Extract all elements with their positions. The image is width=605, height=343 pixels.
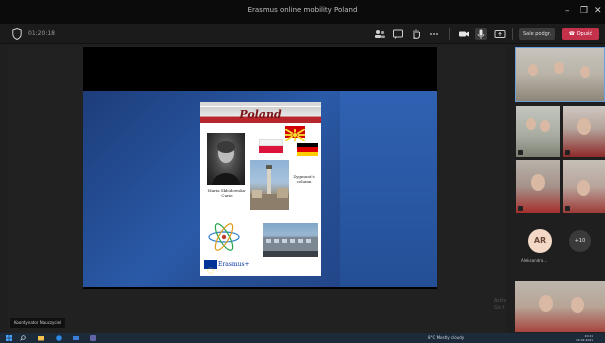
edge-icon[interactable] (56, 335, 62, 341)
participant-video-tile[interactable] (515, 47, 605, 102)
mic-muted-icon (565, 150, 570, 155)
participant-video-tile[interactable] (516, 160, 560, 213)
building-photo (263, 223, 318, 257)
participant-face (577, 180, 590, 196)
participant-face (531, 174, 545, 191)
atom-icon (208, 223, 240, 251)
participant-face (577, 118, 591, 135)
more-participants-button[interactable]: +10 (569, 230, 591, 252)
participant-video-tile[interactable] (563, 160, 605, 213)
search-icon[interactable] (20, 335, 26, 341)
meeting-toolbar: 01:20:18 Sale podgr. ☎ Opuść (0, 24, 605, 44)
erasmus-label: Erasmus+ (218, 261, 250, 268)
leave-label: Opuść (576, 31, 593, 37)
leave-button[interactable]: ☎ Opuść (562, 28, 599, 40)
toolbar-divider (512, 28, 513, 40)
watermark-line: Go t (494, 305, 505, 311)
germany-flag (297, 143, 318, 156)
share-screen-icon[interactable] (494, 28, 506, 40)
mail-icon[interactable] (73, 335, 79, 341)
minimize-button[interactable]: – (565, 5, 570, 17)
teams-icon[interactable] (90, 335, 96, 341)
windows-taskbar: 8°C Mostly cloudy 10:21 16.04.2021 (0, 333, 605, 343)
presenter-name-chip: Koordynator Nauczyciel (10, 318, 66, 328)
restore-button[interactable]: ❐ (580, 5, 588, 17)
mic-muted-icon (565, 206, 570, 211)
windows-start-icon[interactable] (6, 335, 12, 341)
slide-title: Poland (239, 108, 282, 121)
participant-video-tile[interactable] (563, 106, 605, 157)
participant-face (571, 297, 584, 313)
chat-icon[interactable] (392, 28, 404, 40)
file-explorer-icon[interactable] (38, 335, 44, 341)
window-title: Erasmus online mobility Poland (247, 6, 358, 14)
participant-face (554, 62, 564, 74)
participant-avatar[interactable]: AR (528, 229, 552, 253)
participant-face (526, 118, 536, 130)
windows-activation-watermark: Activ Go t (494, 298, 506, 312)
hang-up-icon: ☎ (568, 31, 577, 37)
toolbar-divider (449, 28, 450, 40)
mic-muted-icon (518, 206, 523, 211)
clock-date: 16.04.2021 (576, 338, 594, 342)
poland-flag (259, 139, 283, 153)
breakout-rooms-button[interactable]: Sale podgr. (519, 28, 555, 40)
slide-page: Poland Maria Skłodowska-Curie Zygmunt's … (200, 102, 321, 276)
raise-hand-icon[interactable] (410, 28, 422, 40)
camera-icon[interactable] (458, 28, 470, 40)
column-caption: Zygmunt's column (293, 174, 315, 184)
title-bar: Erasmus online mobility Poland – ❐ ✕ (0, 0, 605, 24)
shield-icon (12, 28, 22, 40)
slide-accent-panel (340, 91, 437, 287)
participants-icon[interactable] (374, 28, 386, 40)
curie-portrait (207, 133, 245, 185)
banner-stripe (200, 102, 321, 106)
participant-face (528, 64, 538, 76)
participant-name: Aleksandra... (521, 258, 548, 263)
shared-screen: Poland Maria Skłodowska-Curie Zygmunt's … (83, 47, 437, 289)
meeting-timer: 01:20:18 (28, 30, 55, 37)
eu-flag-logo (204, 260, 217, 274)
taskbar-clock[interactable]: 10:21 16.04.2021 (576, 334, 593, 342)
self-view-tile[interactable] (515, 281, 605, 332)
more-actions-icon[interactable] (428, 28, 440, 40)
weather-tray[interactable]: 8°C Mostly cloudy (428, 335, 464, 341)
participant-face (580, 66, 590, 78)
teams-meeting-window: Erasmus online mobility Poland – ❐ ✕ 01:… (0, 0, 605, 343)
participant-video-tile[interactable] (516, 106, 560, 157)
participant-face (540, 120, 550, 132)
microphone-icon[interactable] (475, 28, 487, 40)
close-window-button[interactable]: ✕ (594, 5, 602, 17)
mic-muted-icon (518, 150, 523, 155)
watermark-line: Activ (494, 298, 507, 304)
curie-caption: Maria Skłodowska-Curie (207, 188, 247, 198)
participant-face (539, 295, 553, 312)
north-macedonia-flag (284, 126, 306, 142)
zygmunt-column-photo (250, 160, 289, 210)
